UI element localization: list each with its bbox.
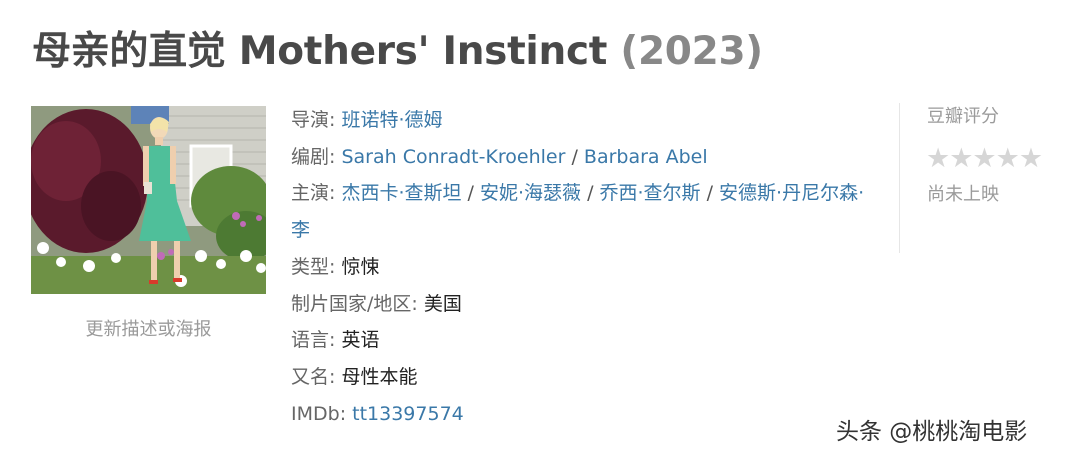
country-label: 制片国家/地区: [291,292,424,315]
writer-link[interactable]: Sarah Conradt-Kroehler [341,146,565,168]
separator: / [565,145,584,168]
aka-row: 又名: 母性本能 [291,359,876,396]
aka-label: 又名: [291,365,342,388]
cast-link[interactable]: 杰西卡·查斯坦 [341,182,461,204]
writer-link[interactable]: Barbara Abel [584,146,708,168]
star-rating-icon: ★★★★★ [926,143,1043,174]
separator: / [461,182,480,205]
imdb-link[interactable]: tt13397574 [352,403,464,425]
imdb-row: IMDb: tt13397574 [291,396,876,433]
genre-row: 类型: 惊悚 [291,249,876,286]
update-description-link[interactable]: 更新描述或海报 [31,315,266,341]
language-label: 语言: [291,329,342,352]
genre-value: 惊悚 [341,255,380,278]
country-row: 制片国家/地区: 美国 [291,286,876,323]
watermark: 头条 @桃桃淘电影 [836,419,1028,445]
movie-poster[interactable] [31,106,266,294]
rating-label: 豆瓣评分 [927,106,999,127]
movie-year: (2023) [620,29,763,74]
language-value: 英语 [341,329,380,352]
release-status: 尚未上映 [927,184,999,205]
aka-value: 母性本能 [341,365,418,388]
movie-detail-page: 母亲的直觉 Mothers' Instinct (2023) 更新描述或海报 导… [0,0,1080,455]
poster-image [31,106,266,294]
country-value: 美国 [423,292,462,315]
separator: / [581,182,600,205]
cast-link[interactable]: 安妮·海瑟薇 [480,182,581,204]
director-label: 导演: [291,109,342,131]
writer-row: 编剧: Sarah Conradt-Kroehler / Barbara Abe… [291,139,876,176]
director-row: 导演: 班诺特·德姆 [291,102,876,139]
genre-label: 类型: [291,255,342,278]
language-row: 语言: 英语 [291,322,876,359]
director-link[interactable]: 班诺特·德姆 [341,109,442,131]
rating-divider [899,103,900,253]
cast-link[interactable]: 乔西·查尔斯 [600,182,701,204]
imdb-label: IMDb: [291,402,353,425]
separator: / [700,182,720,205]
movie-title: 母亲的直觉 Mothers' Instinct [32,29,621,74]
cast-label: 主演: [291,182,342,205]
writer-label: 编剧: [291,145,342,168]
cast-row: 主演: 杰西卡·查斯坦 / 安妮·海瑟薇 / 乔西·查尔斯 / 安德斯·丹尼尔森… [291,175,876,248]
page-title: 母亲的直觉 Mothers' Instinct (2023) [32,20,763,76]
movie-info: 导演: 班诺特·德姆 编剧: Sarah Conradt-Kroehler / … [291,102,876,432]
